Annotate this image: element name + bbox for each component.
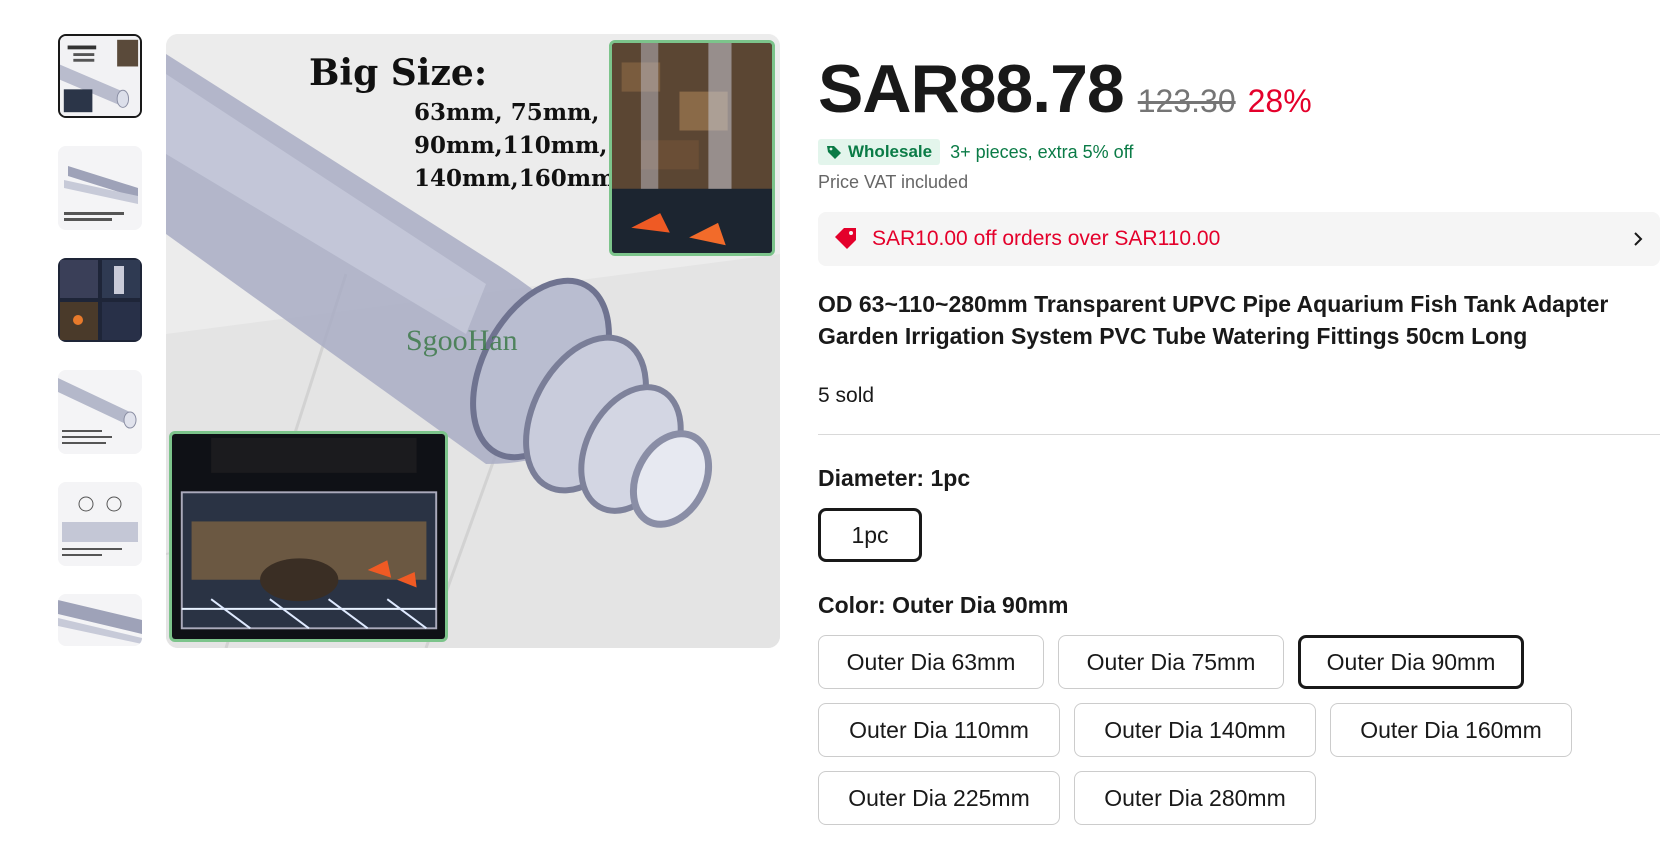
thumbnail-list <box>58 34 144 674</box>
diameter-label-text: Diameter: <box>818 465 931 491</box>
image-brand-watermark: SgooHan <box>406 324 518 357</box>
aquarium-inset-top <box>609 40 775 256</box>
color-options: Outer Dia 63mm Outer Dia 75mm Outer Dia … <box>818 635 1578 825</box>
color-option-63mm[interactable]: Outer Dia 63mm <box>818 635 1044 689</box>
aquarium-inset-bottom <box>169 431 448 642</box>
wholesale-badge-label: Wholesale <box>848 142 933 161</box>
tag-icon <box>827 146 841 159</box>
diameter-selected-value: 1pc <box>930 465 971 491</box>
wholesale-text: 3+ pieces, extra 5% off <box>950 141 1134 162</box>
image-sizes-text: 63mm, 75mm, 90mm,110mm, 140mm,160mm <box>414 99 616 192</box>
diameter-label: Diameter: 1pc <box>818 465 1660 492</box>
discount-percent: 28% <box>1247 83 1312 119</box>
thumbnail-6[interactable] <box>58 594 142 646</box>
coupon-text: SAR10.00 off orders over SAR110.00 <box>872 227 1221 250</box>
current-price: SAR88.78 <box>818 51 1125 127</box>
color-option-75mm[interactable]: Outer Dia 75mm <box>1058 635 1284 689</box>
original-price: 123.30 <box>1137 83 1236 119</box>
divider <box>818 434 1660 435</box>
coupon-tag-icon <box>835 228 856 249</box>
color-option-160mm[interactable]: Outer Dia 160mm <box>1330 703 1572 757</box>
color-selected-value: Outer Dia 90mm <box>892 592 1069 618</box>
coupon-banner[interactable]: SAR10.00 off orders over SAR110.00 <box>818 212 1660 266</box>
color-option-225mm[interactable]: Outer Dia 225mm <box>818 771 1060 825</box>
thumbnail-4[interactable] <box>58 370 142 454</box>
thumbnail-image <box>58 258 142 342</box>
diameter-option-1pc[interactable]: 1pc <box>818 508 922 562</box>
color-option-140mm[interactable]: Outer Dia 140mm <box>1074 703 1316 757</box>
color-option-110mm[interactable]: Outer Dia 110mm <box>818 703 1060 757</box>
thumbnail-2[interactable] <box>58 146 142 230</box>
color-label: Color: Outer Dia 90mm <box>818 592 1660 619</box>
aquarium-photo <box>172 434 445 639</box>
image-headline: Big Size: <box>309 52 488 94</box>
thumbnail-image <box>58 482 142 566</box>
color-option-90mm[interactable]: Outer Dia 90mm <box>1298 635 1524 689</box>
thumbnail-image <box>60 36 140 116</box>
thumbnail-3[interactable] <box>58 258 142 342</box>
chevron-right-icon <box>1634 232 1643 246</box>
thumbnail-image <box>58 146 142 230</box>
diameter-options: 1pc <box>818 508 1578 562</box>
main-product-image[interactable]: Big Size: 63mm, 75mm, 90mm,110mm, 140mm,… <box>166 34 780 648</box>
sold-count: 5 sold <box>818 384 875 407</box>
thumbnail-1[interactable] <box>58 34 142 118</box>
color-option-280mm[interactable]: Outer Dia 280mm <box>1074 771 1316 825</box>
price-row: SAR88.78 123.30 28% <box>818 50 1660 130</box>
wholesale-badge: Wholesale <box>818 139 941 165</box>
product-info-panel: SAR88.78 123.30 28% Wholesale 3+ pieces,… <box>818 50 1660 856</box>
product-title: OD 63~110~280mm Transparent UPVC Pipe Aq… <box>818 291 1609 349</box>
aquarium-photo <box>612 43 772 253</box>
thumbnail-5[interactable] <box>58 482 142 566</box>
wholesale-row: Wholesale 3+ pieces, extra 5% off <box>818 138 1660 166</box>
vat-note: Price VAT included <box>818 172 969 192</box>
thumbnail-image <box>58 594 142 646</box>
thumbnail-image <box>58 370 142 454</box>
color-label-text: Color: <box>818 592 893 618</box>
